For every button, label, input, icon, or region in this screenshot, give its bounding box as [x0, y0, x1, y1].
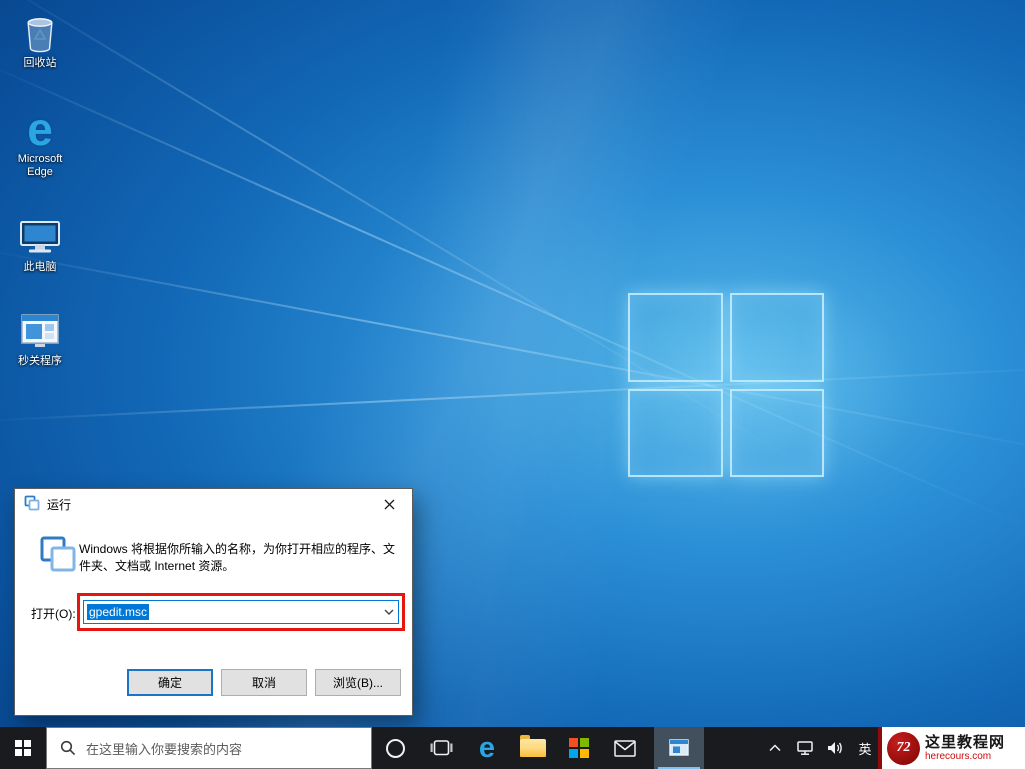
- run-icon: [39, 535, 77, 576]
- desktop-icon-recycle-bin[interactable]: 回收站: [4, 8, 76, 70]
- run-window-icon: [669, 739, 689, 756]
- cancel-button[interactable]: 取消: [221, 669, 307, 696]
- network-icon: [797, 741, 813, 755]
- edge-taskbar-button[interactable]: e: [464, 727, 510, 769]
- taskbar-search-input[interactable]: 在这里输入你要搜索的内容: [46, 727, 372, 769]
- cortana-button[interactable]: [372, 727, 418, 769]
- network-tray-button[interactable]: [792, 727, 818, 769]
- search-placeholder: 在这里输入你要搜索的内容: [86, 741, 243, 757]
- run-dialog-description: Windows 将根据你所输入的名称，为你打开相应的程序、文件夹、文档或 Int…: [79, 542, 396, 573]
- task-view-icon: [430, 740, 452, 756]
- chevron-down-icon: [384, 609, 393, 615]
- desktop: 回收站 e Microsoft Edge 此电脑 秒关程序 运行 Windows…: [0, 0, 1025, 769]
- edge-icon: e: [478, 731, 496, 764]
- mail-icon: [614, 739, 636, 757]
- system-tray: 英: [762, 727, 878, 769]
- run-dialog-titlebar: 运行: [15, 489, 412, 519]
- volume-tray-button[interactable]: [822, 727, 848, 769]
- desktop-icon-label: Microsoft Edge: [17, 153, 63, 178]
- chevron-up-icon: [769, 744, 781, 752]
- search-icon: [60, 740, 76, 756]
- desktop-icon-label: 秒关程序: [18, 355, 62, 367]
- volume-icon: [828, 742, 842, 754]
- site-watermark: 72 这里教程网 herecours.com: [878, 727, 1025, 769]
- show-hidden-icons-button[interactable]: [762, 727, 788, 769]
- watermark-logo: 72: [887, 731, 920, 765]
- desktop-icon-this-pc[interactable]: 此电脑: [4, 212, 76, 274]
- combobox-dropdown-button[interactable]: [379, 601, 398, 623]
- desktop-icon-label: 此电脑: [23, 261, 57, 273]
- desktop-icon-program[interactable]: 秒关程序: [4, 306, 76, 368]
- mail-button[interactable]: [602, 727, 648, 769]
- app-window-icon: [18, 306, 62, 352]
- run-command-combobox[interactable]: gpedit.msc: [83, 600, 399, 624]
- desktop-icon-microsoft-edge[interactable]: e Microsoft Edge: [4, 104, 76, 179]
- run-command-input-value[interactable]: gpedit.msc: [87, 604, 150, 620]
- run-dialog-icon: [24, 495, 40, 514]
- windows-start-icon: [14, 739, 32, 757]
- watermark-title: 这里教程网: [925, 733, 1006, 751]
- open-field-label: 打开(O):: [31, 607, 76, 621]
- file-explorer-button[interactable]: [510, 727, 556, 769]
- cortana-icon: [385, 738, 405, 758]
- active-window-run-button[interactable]: [654, 727, 704, 769]
- close-button[interactable]: [367, 489, 412, 519]
- task-view-button[interactable]: [418, 727, 464, 769]
- taskbar: 在这里输入你要搜索的内容 e 英: [0, 727, 1025, 769]
- start-button[interactable]: [0, 727, 46, 769]
- run-dialog: 运行 Windows 将根据你所输入的名称，为你打开相应的程序、文件夹、文档或 …: [14, 488, 413, 716]
- recycle-bin-icon: [20, 8, 60, 54]
- windows-logo-wallpaper: [628, 293, 824, 477]
- ok-button[interactable]: 确定: [127, 669, 213, 696]
- microsoft-store-button[interactable]: [556, 727, 602, 769]
- dialog-title: 运行: [47, 497, 72, 512]
- desktop-icon-label: 回收站: [23, 57, 57, 69]
- ime-language-indicator[interactable]: 英: [852, 739, 878, 758]
- browse-button[interactable]: 浏览(B)...: [315, 669, 401, 696]
- close-icon: [384, 499, 395, 509]
- edge-icon: e: [27, 102, 53, 155]
- microsoft-store-icon: [569, 738, 589, 758]
- file-explorer-icon: [520, 735, 546, 757]
- this-pc-icon: [18, 212, 62, 258]
- watermark-url: herecours.com: [925, 750, 992, 762]
